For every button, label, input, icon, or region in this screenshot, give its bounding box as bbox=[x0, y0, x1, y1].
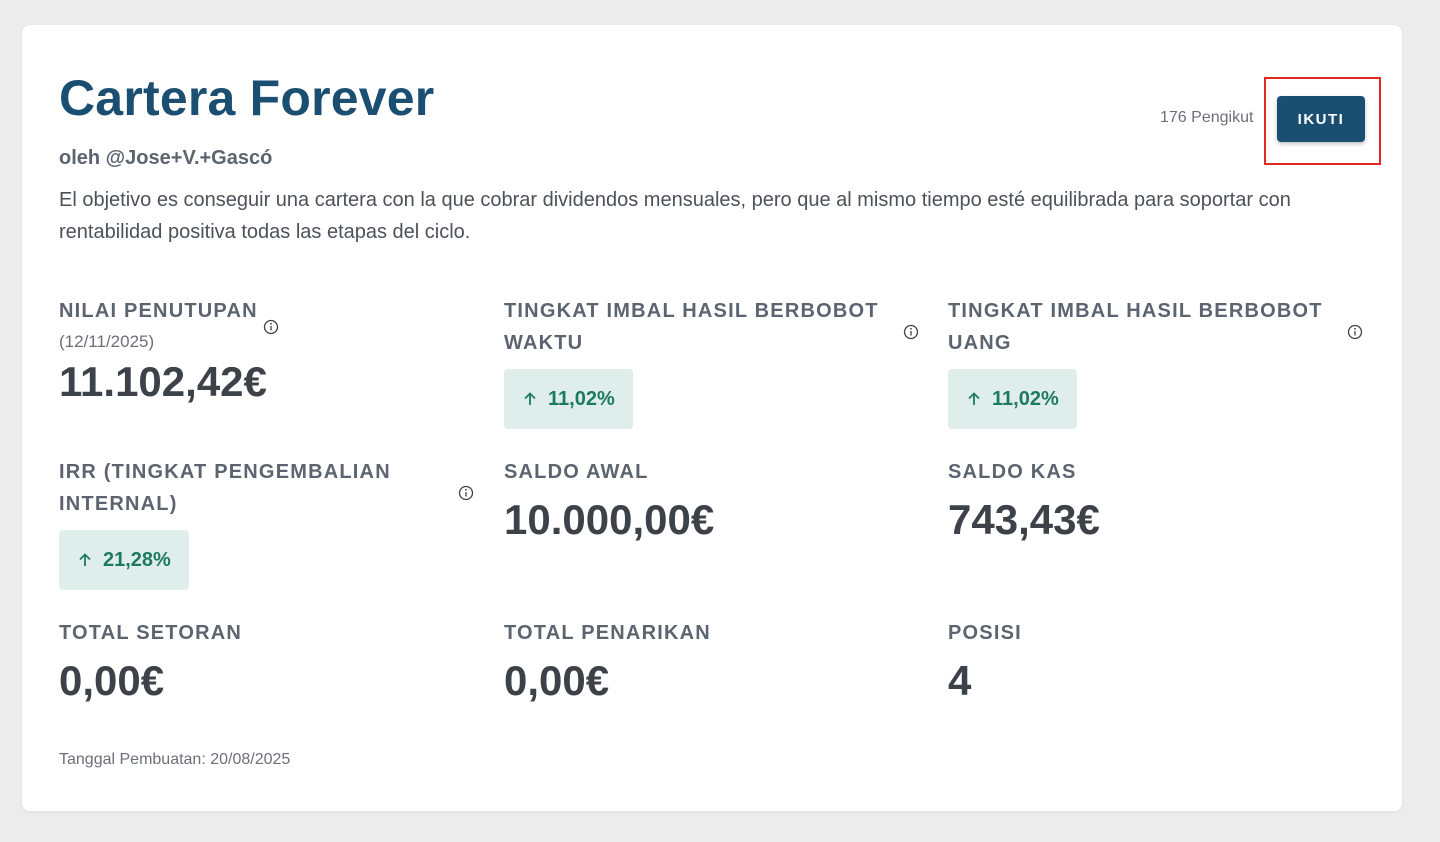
closing-value: 11.102,42€ bbox=[59, 358, 267, 405]
total-deposits-value: 0,00€ bbox=[59, 657, 165, 704]
mwr-label: TINGKAT IMBAL HASIL BERBOBOT UANG bbox=[948, 300, 1323, 354]
opening-balance-value: 10.000,00€ bbox=[504, 496, 715, 543]
total-deposits-label: TOTAL SETORAN bbox=[59, 622, 243, 644]
follow-button[interactable]: IKUTI bbox=[1277, 96, 1365, 142]
info-circle-icon[interactable] bbox=[1347, 324, 1363, 340]
twr-value: 11,02% bbox=[548, 387, 615, 410]
portfolio-title: Cartera Forever bbox=[59, 70, 435, 126]
portfolio-card: Cartera Forever oleh @Jose+V.+Gascó El o… bbox=[22, 25, 1402, 811]
closing-value-label: NILAI PENUTUPAN bbox=[59, 300, 258, 322]
closing-value-date: (12/11/2025) bbox=[59, 332, 155, 351]
irr-value: 21,28% bbox=[103, 548, 171, 571]
twr-badge: 11,02% bbox=[504, 369, 633, 429]
arrow-up-icon bbox=[79, 553, 91, 566]
portfolio-author[interactable]: oleh @Jose+V.+Gascó bbox=[59, 147, 272, 170]
cash-balance-value: 743,43€ bbox=[948, 496, 1100, 543]
info-circle-icon[interactable] bbox=[458, 485, 474, 501]
total-withdrawals-label: TOTAL PENARIKAN bbox=[504, 622, 711, 644]
info-circle-icon[interactable] bbox=[263, 319, 279, 335]
info-circle-icon[interactable] bbox=[903, 324, 919, 340]
opening-balance-label: SALDO AWAL bbox=[504, 461, 649, 483]
irr-badge: 21,28% bbox=[59, 530, 189, 590]
cash-balance-label: SALDO KAS bbox=[948, 461, 1077, 483]
total-withdrawals-value: 0,00€ bbox=[504, 657, 610, 704]
creation-date: Tanggal Pembuatan: 20/08/2025 bbox=[59, 751, 291, 768]
irr-label: IRR (TINGKAT PENGEMBALIAN INTERNAL) bbox=[59, 461, 391, 515]
mwr-badge: 11,02% bbox=[948, 369, 1077, 429]
arrow-up-icon bbox=[968, 392, 980, 405]
arrow-up-icon bbox=[524, 392, 536, 405]
positions-value: 4 bbox=[948, 657, 972, 704]
portfolio-description: El objetivo es conseguir una cartera con… bbox=[59, 189, 1291, 243]
followers-count: 176 Pengikut bbox=[1160, 109, 1254, 126]
twr-label: TINGKAT IMBAL HASIL BERBOBOT WAKTU bbox=[504, 300, 879, 354]
positions-label: POSISI bbox=[948, 622, 1022, 644]
mwr-value: 11,02% bbox=[992, 387, 1059, 410]
